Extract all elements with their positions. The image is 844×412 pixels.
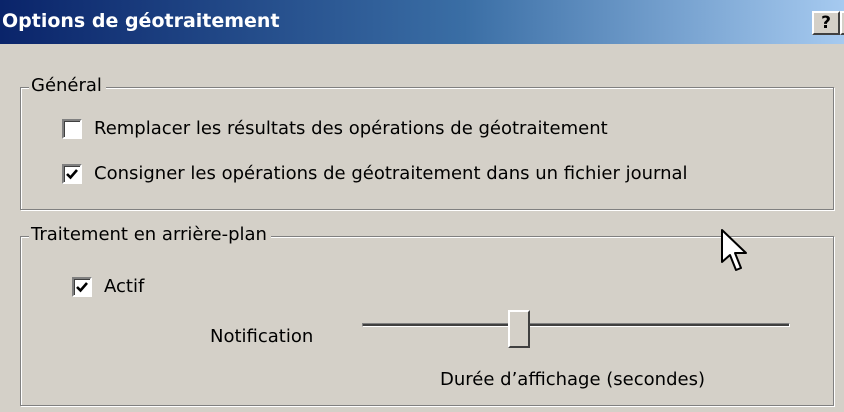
check-mark-icon xyxy=(76,281,88,292)
background-processing-groupbox: Traitement en arrière-plan xyxy=(20,224,834,406)
overwrite-results-label: Remplacer les résultats des opérations d… xyxy=(94,118,608,139)
mouse-pointer-icon xyxy=(721,229,747,271)
active-checkbox[interactable] xyxy=(72,276,92,297)
geoprocessing-options-dialog: Options de géotraitement ? X Général Rem… xyxy=(0,0,844,412)
overwrite-results-option[interactable]: Remplacer les résultats des opérations d… xyxy=(62,118,608,139)
check-mark-icon xyxy=(66,168,78,179)
overwrite-results-checkbox[interactable] xyxy=(62,118,82,139)
active-label: Actif xyxy=(104,276,145,297)
active-option[interactable]: Actif xyxy=(72,276,144,297)
background-processing-legend: Traitement en arrière-plan xyxy=(29,224,271,245)
close-button[interactable]: X xyxy=(840,11,844,35)
general-legend: Général xyxy=(29,75,106,96)
general-groupbox: Général xyxy=(20,75,834,210)
log-to-file-checkbox[interactable] xyxy=(62,163,82,184)
help-button[interactable]: ? xyxy=(812,11,840,35)
notification-label: Notification xyxy=(210,326,314,347)
log-to-file-label: Consigner les opérations de géotraitemen… xyxy=(94,163,688,184)
notification-slider-track[interactable] xyxy=(362,323,790,327)
display-duration-caption: Durée d’affichage (secondes) xyxy=(440,369,705,390)
window-title: Options de géotraitement xyxy=(2,10,280,32)
log-to-file-option[interactable]: Consigner les opérations de géotraitemen… xyxy=(62,163,688,184)
title-bar: Options de géotraitement ? X xyxy=(0,0,844,44)
notification-slider-thumb[interactable] xyxy=(508,310,531,348)
